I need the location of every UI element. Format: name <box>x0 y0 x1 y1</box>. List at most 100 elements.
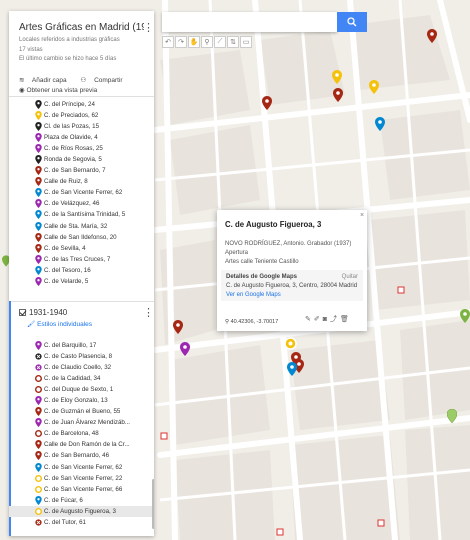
close-icon[interactable]: × <box>360 212 364 219</box>
map-pin[interactable] <box>447 409 457 423</box>
list-item-label: Ronda de Segovia, 5 <box>44 156 102 164</box>
remove-link[interactable]: Quitar <box>342 274 358 280</box>
circle-marker-icon <box>35 485 42 493</box>
list-item[interactable]: C. de la Santísima Trinidad, 5 <box>9 209 154 220</box>
list-item[interactable]: C. de San Vicente Ferrer, 62 <box>9 187 154 198</box>
list-item-label: C. de San Vicente Ferrer, 66 <box>44 485 123 493</box>
list-item[interactable]: C. del Barquillo, 17 <box>9 340 154 351</box>
list-item[interactable]: Ronda de Segovia, 5 <box>9 154 154 165</box>
list-item[interactable]: C. de Preciados, 62 <box>9 110 154 121</box>
x-marker-icon <box>35 519 42 526</box>
scrollbar[interactable] <box>152 479 154 529</box>
list-item[interactable]: Calle de San Ildefonso, 20 <box>9 232 154 243</box>
circle-marker-icon <box>35 430 42 438</box>
eye-icon: ◉ <box>19 87 25 94</box>
camera-icon[interactable]: ◙ <box>323 316 330 323</box>
pin-icon <box>35 166 42 176</box>
list-item[interactable]: Cl. de las Pozas, 15 <box>9 121 154 132</box>
list-item[interactable]: C. de Velarde, 5 <box>9 276 154 287</box>
list-item[interactable]: Calle de Sta. María, 32 <box>9 221 154 232</box>
list-item[interactable]: C. de San Bernardo, 46 <box>9 450 154 461</box>
list-item[interactable]: C. de San Vicente Ferrer, 22 <box>9 473 154 484</box>
last-change: El último cambio se hizo hace 5 días <box>19 56 117 62</box>
list-item[interactable]: Plaza de Olavide, 4 <box>9 132 154 143</box>
selected-marker[interactable] <box>284 337 297 350</box>
list-item[interactable]: C. de Augusto Figueroa, 3 <box>9 505 154 517</box>
list-item-label: C. de San Bernardo, 7 <box>44 167 106 175</box>
map-pin[interactable] <box>332 70 342 84</box>
list-item[interactable]: C. del Duque de Sexto, 1 <box>9 384 154 395</box>
pin-icon <box>35 418 42 428</box>
list-item-label: C. del Tutor, 61 <box>44 518 86 526</box>
map-pin[interactable] <box>369 80 379 94</box>
list-item-label: C. del Duque de Sexto, 1 <box>44 386 114 394</box>
layer-2-list: C. del Barquillo, 17 C. de Casto Plasenci… <box>9 340 154 528</box>
layer-options-icon[interactable]: ⋮ <box>143 306 154 319</box>
search-button[interactable] <box>337 12 367 32</box>
list-item[interactable]: C. de las Tres Cruces, 7 <box>9 254 154 265</box>
hand-icon[interactable]: ✋ <box>188 36 200 48</box>
individual-styles-link[interactable]: 🖌 Estilos individuales <box>27 320 92 328</box>
map-pin[interactable] <box>427 29 437 43</box>
map-pin[interactable] <box>460 309 470 323</box>
view-in-google-maps-link[interactable]: Ver en Google Maps <box>226 292 281 298</box>
layer-2-header[interactable]: 1931-1940 <box>19 308 67 317</box>
redo-icon[interactable]: ↷ <box>175 36 187 48</box>
list-item[interactable]: C. de Velázquez, 46 <box>9 198 154 209</box>
map-pin[interactable] <box>287 362 297 376</box>
list-item-label: C. de la Cadidad, 34 <box>44 375 101 383</box>
list-item-label: Calle de Don Ramón de la Cr... <box>44 441 130 449</box>
pin-icon <box>35 341 42 350</box>
list-item-label: C. de Claudio Coello, 32 <box>44 364 112 372</box>
list-item[interactable]: C. de Juan Álvarez Mendizáb... <box>9 417 154 428</box>
list-item[interactable]: C. de la Cadidad, 34 <box>9 373 154 384</box>
style-icon[interactable]: ✎ <box>305 316 314 323</box>
list-item[interactable]: C. de Claudio Coello, 32 <box>9 362 154 373</box>
list-item[interactable]: C. de Ríos Rosas, 25 <box>9 143 154 154</box>
list-item-label: C. de Sevilla, 4 <box>44 244 86 252</box>
list-item[interactable]: C. de Casto Plasencia, 8 <box>9 351 154 362</box>
map-title[interactable]: Artes Gráficas en Madrid (1900-1... <box>19 22 144 33</box>
list-item[interactable]: C. de San Vicente Ferrer, 62 <box>9 462 154 473</box>
share-button[interactable]: ⚇ Compartir <box>80 77 128 84</box>
list-item[interactable]: C. de Guzmán el Bueno, 55 <box>9 406 154 417</box>
search-input[interactable] <box>162 12 337 32</box>
map-pin[interactable] <box>262 96 272 110</box>
list-item[interactable]: C. de Fúcar, 6 <box>9 495 154 506</box>
more-options-icon[interactable]: ⋮ <box>143 21 154 34</box>
list-item[interactable]: C. del Tutor, 61 <box>9 517 154 528</box>
map-pin[interactable] <box>375 117 385 131</box>
list-item-label: C. de Velázquez, 46 <box>44 200 100 208</box>
list-item[interactable]: C. de Barcelona, 48 <box>9 428 154 439</box>
list-item-label: Cl. de las Pozas, 15 <box>44 123 100 131</box>
list-item[interactable]: C. del Tesoro, 16 <box>9 265 154 276</box>
delete-icon[interactable]: 🗑 <box>340 316 352 323</box>
list-item[interactable]: Calle de Ruiz, 8 <box>9 176 154 187</box>
edit-icon[interactable]: ✐ <box>314 316 323 323</box>
pin-icon <box>35 243 42 253</box>
list-item[interactable]: C. de San Vicente Ferrer, 66 <box>9 484 154 495</box>
draw-line-icon[interactable]: ⟋ <box>214 36 226 48</box>
ruler-icon[interactable]: ▭ <box>240 36 252 48</box>
layer-visibility-checkbox[interactable] <box>19 309 26 317</box>
list-item[interactable]: Calle de Don Ramón de la Cr... <box>9 439 154 450</box>
undo-icon[interactable]: ↶ <box>162 36 174 48</box>
route-icon[interactable]: ⇅ <box>227 36 239 48</box>
divider <box>9 96 154 97</box>
list-item[interactable]: C. del Príncipe, 24 <box>9 99 154 110</box>
pin-icon <box>35 407 42 417</box>
list-item[interactable]: C. de Eloy Gonzalo, 13 <box>9 395 154 406</box>
map-pin[interactable] <box>180 342 190 356</box>
directions-icon[interactable]: ⤴ <box>330 316 340 323</box>
list-item-label: C. de Eloy Gonzalo, 13 <box>44 397 108 405</box>
pin-icon <box>35 100 42 109</box>
circle-marker-icon <box>35 375 42 383</box>
list-item[interactable]: C. de San Bernardo, 7 <box>9 165 154 176</box>
marker-icon[interactable]: ⚲ <box>201 36 213 48</box>
list-item[interactable]: C. de Sevilla, 4 <box>9 243 154 254</box>
preview-button[interactable]: ◉ Obtener una vista previa <box>19 86 97 94</box>
add-layer-button[interactable]: ≋ Añadir capa <box>19 77 73 84</box>
card-actions: ✎✐◙⤴🗑 <box>305 314 352 324</box>
map-pin[interactable] <box>173 320 183 334</box>
map-pin[interactable] <box>333 88 343 102</box>
